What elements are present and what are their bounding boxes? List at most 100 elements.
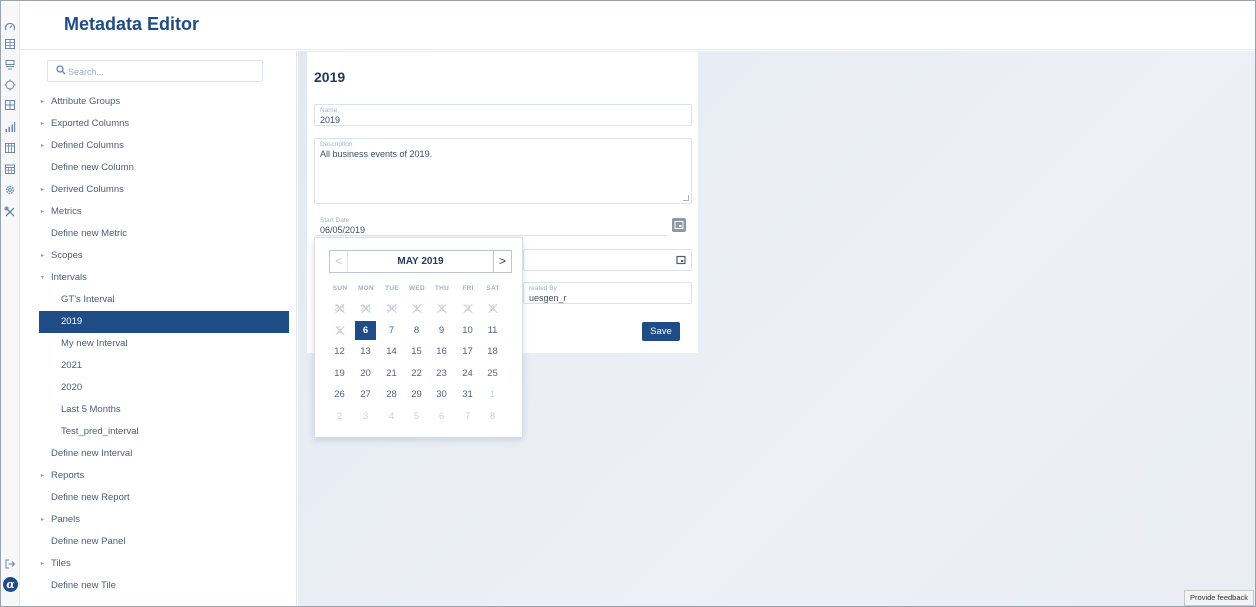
nav-item[interactable]: Last 5 Months bbox=[21, 399, 289, 421]
calendar-day[interactable]: 10 bbox=[457, 321, 478, 340]
next-month-button[interactable]: > bbox=[493, 251, 511, 272]
calendar-day[interactable]: 11 bbox=[482, 321, 503, 340]
nav-item[interactable]: ▸ Panels bbox=[21, 509, 289, 531]
calendar-day[interactable]: 20 bbox=[355, 364, 376, 383]
nav-item[interactable]: Define new Metric bbox=[21, 223, 289, 245]
caret-right-icon[interactable]: ▸ bbox=[41, 245, 44, 267]
provide-feedback-button[interactable]: Provide feedback bbox=[1184, 590, 1254, 606]
nav-item[interactable]: ▸ Derived Columns bbox=[21, 179, 289, 201]
caret-right-icon[interactable]: ▸ bbox=[41, 201, 44, 223]
nav-item[interactable]: My new Interval bbox=[21, 333, 289, 355]
nav-item-label: Metrics bbox=[51, 206, 82, 217]
calendar-day[interactable]: 25 bbox=[482, 364, 503, 383]
list-icon[interactable] bbox=[4, 59, 16, 71]
calendar-day[interactable]: 27 bbox=[355, 385, 376, 404]
caret-right-icon[interactable]: ▸ bbox=[41, 179, 44, 201]
nav-item[interactable]: Define new Report bbox=[21, 487, 289, 509]
calendar-day[interactable]: 3 bbox=[355, 407, 376, 426]
calendar-day-disabled: 2 bbox=[431, 299, 452, 318]
calendar-day[interactable]: 6 bbox=[431, 407, 452, 426]
calendar-day[interactable]: 2 bbox=[329, 407, 350, 426]
calendar-day[interactable]: 16 bbox=[431, 342, 452, 361]
calendar-day[interactable]: 28 bbox=[381, 385, 402, 404]
nav-item[interactable]: Define new Panel bbox=[21, 531, 289, 553]
calendar-day[interactable]: 23 bbox=[431, 364, 452, 383]
caret-right-icon[interactable]: ▸ bbox=[41, 135, 44, 157]
nav-item[interactable]: ▸ Exported Columns bbox=[21, 113, 289, 135]
calendar-day[interactable]: 8 bbox=[482, 407, 503, 426]
calendar-day[interactable]: 26 bbox=[329, 385, 350, 404]
nav-item[interactable]: Define new Interval bbox=[21, 443, 289, 465]
nav-item[interactable]: GT's Interval bbox=[21, 289, 289, 311]
calendar-day-disabled: 5 bbox=[329, 321, 350, 340]
calendar-icon[interactable] bbox=[672, 218, 686, 232]
calendar-day[interactable]: 18 bbox=[482, 342, 503, 361]
alpha-logo[interactable]: α bbox=[3, 577, 18, 592]
calendar-day[interactable]: 31 bbox=[457, 385, 478, 404]
calendar-day[interactable]: 29 bbox=[406, 385, 427, 404]
start-date-field[interactable]: Start Date 06/05/2019 bbox=[314, 214, 668, 236]
search-input[interactable] bbox=[68, 64, 253, 79]
tools-icon[interactable] bbox=[4, 206, 16, 218]
nav-item[interactable]: Test_pred_interval bbox=[21, 421, 289, 443]
columns-icon[interactable] bbox=[4, 142, 16, 154]
gauge-icon[interactable] bbox=[4, 21, 16, 33]
calendar-day[interactable]: 8 bbox=[406, 321, 427, 340]
grid-icon[interactable] bbox=[4, 38, 16, 50]
nav-item[interactable]: ▸ Metrics bbox=[21, 201, 289, 223]
caret-right-icon[interactable]: ▸ bbox=[41, 91, 44, 113]
resize-handle-icon[interactable] bbox=[683, 195, 689, 201]
calendar-day[interactable]: 30 bbox=[431, 385, 452, 404]
nav-item[interactable]: ▸ Attribute Groups bbox=[21, 91, 289, 113]
calendar-day[interactable]: 4 bbox=[381, 407, 402, 426]
calendar-day[interactable]: 5 bbox=[406, 407, 427, 426]
caret-right-icon[interactable]: ▸ bbox=[41, 509, 44, 531]
nav-item[interactable]: ▸ Scopes bbox=[21, 245, 289, 267]
nav-item[interactable]: 2020 bbox=[21, 377, 289, 399]
calendar-day[interactable]: 21 bbox=[381, 364, 402, 383]
calendar-day[interactable]: 14 bbox=[381, 342, 402, 361]
created-by-field: reated By uesgen_r bbox=[523, 282, 692, 304]
caret-down-icon[interactable]: ▾ bbox=[41, 267, 44, 289]
end-date-calendar-icon[interactable] bbox=[676, 255, 686, 268]
calendar-day-selected[interactable]: 6 bbox=[355, 320, 376, 340]
calendar-grid-icon[interactable] bbox=[4, 163, 16, 175]
calendar-day[interactable]: 9 bbox=[431, 321, 452, 340]
nav-item[interactable]: ▸ Defined Columns bbox=[21, 135, 289, 157]
prev-month-button[interactable]: < bbox=[330, 251, 348, 272]
nav-item-label: Scopes bbox=[51, 250, 83, 261]
calendar-day[interactable]: 13 bbox=[355, 342, 376, 361]
caret-right-icon[interactable]: ▸ bbox=[41, 465, 44, 487]
settings-icon[interactable] bbox=[4, 184, 16, 196]
target-icon[interactable] bbox=[4, 79, 16, 91]
bar-chart-icon[interactable] bbox=[4, 121, 16, 133]
calendar-day[interactable]: 12 bbox=[329, 342, 350, 361]
description-label: Description bbox=[320, 141, 353, 148]
nav-item[interactable]: Define new Tile bbox=[21, 575, 289, 597]
table-icon[interactable] bbox=[4, 99, 16, 111]
calendar-day[interactable]: 7 bbox=[381, 321, 402, 340]
search-icon bbox=[56, 65, 66, 78]
calendar-day[interactable]: 19 bbox=[329, 364, 350, 383]
end-date-field[interactable] bbox=[523, 249, 692, 271]
calendar-day[interactable]: 17 bbox=[457, 342, 478, 361]
description-field[interactable]: Description All business events of 2019. bbox=[314, 138, 692, 204]
nav-item[interactable]: ▸ Tiles bbox=[21, 553, 289, 575]
exit-icon[interactable] bbox=[4, 558, 16, 570]
nav-item[interactable]: ▸ Reports bbox=[21, 465, 289, 487]
nav-item[interactable]: 2021 bbox=[21, 355, 289, 377]
calendar-day[interactable]: 24 bbox=[457, 364, 478, 383]
calendar-day[interactable]: 7 bbox=[457, 407, 478, 426]
nav-item[interactable]: ▾ Intervals bbox=[21, 267, 289, 289]
nav-item-label: 2021 bbox=[61, 360, 83, 371]
caret-right-icon[interactable]: ▸ bbox=[41, 113, 44, 135]
nav-item-selected[interactable]: 2019 bbox=[39, 311, 289, 333]
calendar-day[interactable]: 1 bbox=[482, 385, 503, 404]
calendar-day[interactable]: 15 bbox=[406, 342, 427, 361]
nav-item[interactable]: Define new Column bbox=[21, 157, 289, 179]
calendar-day[interactable]: 22 bbox=[406, 364, 427, 383]
search-box[interactable] bbox=[47, 60, 263, 82]
name-field[interactable]: Name 2019 bbox=[314, 104, 692, 126]
save-button[interactable]: Save bbox=[642, 322, 680, 341]
caret-right-icon[interactable]: ▸ bbox=[41, 553, 44, 575]
